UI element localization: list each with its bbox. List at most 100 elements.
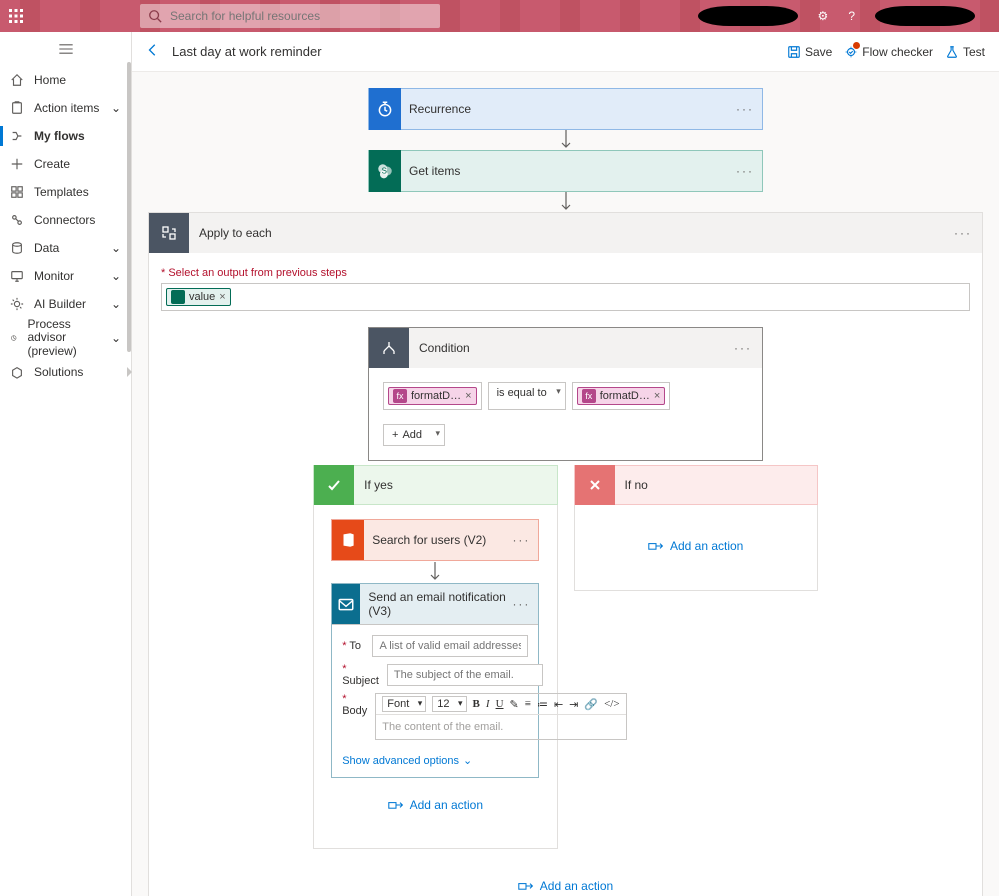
nav-process-advisor[interactable]: Process advisor (preview)⌄ (0, 318, 131, 358)
nav-action-items[interactable]: Action items ⌄ (0, 94, 131, 122)
nav-label: Action items (34, 101, 99, 115)
step-menu-button[interactable]: ··· (512, 597, 530, 611)
chevron-down-icon: ⌄ (111, 331, 121, 345)
page-header: Last day at work reminder Save Flow chec… (132, 32, 999, 72)
step-menu-button[interactable]: ··· (512, 533, 530, 547)
help-icon[interactable]: ? (848, 9, 855, 23)
add-condition-button[interactable]: Add (383, 424, 445, 446)
mail-icon (332, 584, 360, 624)
app-launcher-icon[interactable] (0, 0, 32, 32)
redacted-region (698, 6, 798, 26)
fx-icon: fx (582, 389, 596, 403)
condition-header[interactable]: Condition ··· (369, 328, 762, 368)
step-menu-button[interactable]: ··· (736, 102, 754, 116)
remove-token-button[interactable]: × (654, 390, 660, 402)
branch-label: If yes (354, 478, 393, 492)
check-icon (314, 465, 354, 505)
add-action-button[interactable]: Add an action (648, 539, 743, 553)
step-label: Get items (401, 164, 460, 178)
number-list-button[interactable]: ≔ (537, 698, 548, 711)
outdent-button[interactable]: ⇤ (554, 698, 563, 711)
flow-checker-label: Flow checker (862, 45, 933, 59)
nav-solutions[interactable]: Solutions (0, 358, 131, 386)
nav-home[interactable]: Home (0, 66, 131, 94)
step-label: Search for users (V2) (364, 533, 486, 547)
nav-label: Connectors (34, 213, 95, 227)
fx-icon: fx (393, 389, 407, 403)
indent-button[interactable]: ⇥ (569, 698, 578, 711)
save-button[interactable]: Save (787, 45, 832, 59)
nav-label: AI Builder (34, 297, 86, 311)
nav-data[interactable]: Data⌄ (0, 234, 131, 262)
email-body-input[interactable]: The content of the email. (376, 715, 625, 739)
email-subject-input[interactable] (387, 664, 543, 686)
send-email-header[interactable]: Send an email notification (V3) ··· (332, 584, 538, 624)
color-button[interactable]: ✎ (510, 698, 519, 711)
bold-button[interactable]: B (473, 698, 480, 710)
remove-token-button[interactable]: × (465, 390, 471, 402)
scrollbar-thumb[interactable] (127, 62, 131, 352)
condition-right-value[interactable]: fxformatD…× (572, 382, 671, 410)
arrow-down-icon (556, 192, 576, 212)
dynamic-token[interactable]: value× (166, 288, 231, 306)
nav-monitor[interactable]: Monitor⌄ (0, 262, 131, 290)
step-apply-to-each: Apply to each ··· * Select an output fro… (148, 212, 983, 896)
flow-canvas: Recurrence ··· S Get items ··· Apply to … (132, 72, 999, 896)
step-get-items[interactable]: S Get items ··· (368, 150, 763, 192)
italic-button[interactable]: I (486, 698, 490, 710)
branch-yes-header[interactable]: If yes (313, 465, 557, 505)
nav-flyout-caret (127, 367, 132, 377)
nav-label: Monitor (34, 269, 74, 283)
email-to-input[interactable] (372, 635, 528, 657)
test-button[interactable]: Test (945, 45, 985, 59)
redacted-region (875, 6, 975, 26)
apply-to-each-header[interactable]: Apply to each ··· (149, 213, 982, 253)
back-button[interactable] (146, 43, 160, 60)
expression-token[interactable]: fxformatD…× (388, 387, 477, 405)
flow-checker-button[interactable]: Flow checker (844, 45, 933, 59)
nav-templates[interactable]: Templates (0, 178, 131, 206)
step-send-email: Send an email notification (V3) ··· * To… (331, 583, 539, 778)
sharepoint-icon: S (369, 150, 401, 192)
chevron-down-icon: ⌄ (111, 101, 121, 115)
step-search-users[interactable]: Search for users (V2) ··· (331, 519, 539, 561)
nav-label: Create (34, 157, 70, 171)
foreach-input[interactable]: value× (161, 283, 970, 311)
field-label: Subject (342, 675, 379, 687)
nav-create[interactable]: Create (0, 150, 131, 178)
collapse-sidebar-button[interactable] (0, 32, 131, 66)
search-box[interactable] (140, 4, 440, 28)
step-recurrence[interactable]: Recurrence ··· (368, 88, 763, 130)
underline-button[interactable]: U (496, 698, 504, 710)
font-size-select[interactable]: 12 (432, 696, 466, 712)
condition-operator-select[interactable]: is equal to (488, 382, 566, 410)
code-view-button[interactable]: </> (604, 698, 619, 710)
nav-my-flows[interactable]: My flows (0, 122, 131, 150)
add-action-button[interactable]: Add an action (388, 798, 483, 812)
office-icon (332, 520, 364, 560)
arrow-down-icon (556, 130, 576, 150)
step-menu-button[interactable]: ··· (734, 341, 752, 355)
nav-connectors[interactable]: Connectors (0, 206, 131, 234)
link-button[interactable]: 🔗 (584, 698, 598, 711)
branch-no-header[interactable]: If no (574, 465, 818, 505)
test-label: Test (963, 45, 985, 59)
condition-left-value[interactable]: fxformatD…× (383, 382, 482, 410)
show-advanced-options[interactable]: Show advanced options ⌄ (342, 754, 528, 767)
search-icon (148, 9, 162, 23)
settings-icon[interactable]: ⚙ (818, 9, 829, 23)
arrow-down-icon (425, 561, 445, 583)
field-prompt: * Select an output from previous steps (161, 267, 347, 279)
remove-token-button[interactable]: × (219, 291, 225, 303)
chevron-down-icon: ⌄ (111, 297, 121, 311)
font-select[interactable]: Font (382, 696, 426, 712)
add-action-button[interactable]: Add an action (518, 879, 613, 893)
nav-ai-builder[interactable]: AI Builder ⌄ (0, 290, 131, 318)
step-menu-button[interactable]: ··· (736, 164, 754, 178)
bullet-list-button[interactable]: ≡ (525, 698, 531, 710)
clock-icon (369, 88, 401, 130)
search-input[interactable] (170, 9, 432, 23)
expression-token[interactable]: fxformatD…× (577, 387, 666, 405)
step-menu-button[interactable]: ··· (954, 226, 972, 240)
save-label: Save (805, 45, 832, 59)
